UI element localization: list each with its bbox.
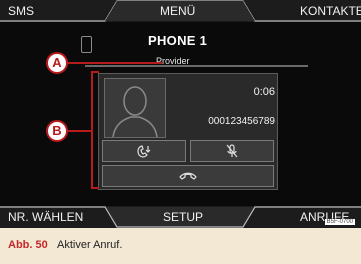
caller-number: 000123456789	[208, 116, 275, 127]
hang-up-button[interactable]	[102, 165, 274, 187]
callout-b-line	[67, 130, 92, 132]
tab-dial-number[interactable]: NR. WÄHLEN	[8, 206, 83, 228]
top-tab-bar: SMS MENÜ KONTAKTE	[0, 0, 361, 22]
handset-button[interactable]	[102, 140, 186, 162]
callout-b-bracket	[91, 71, 99, 189]
handset-icon	[137, 145, 151, 158]
infotainment-screen: SMS MENÜ KONTAKTE PHONE 1 Provider A 0:0…	[0, 0, 361, 228]
phone-icon	[81, 36, 92, 53]
microphone-mute-icon	[226, 144, 238, 158]
hang-up-icon	[179, 172, 197, 180]
phone-title: PHONE 1	[148, 33, 208, 48]
call-duration: 0:06	[253, 86, 275, 98]
contact-silhouette-icon	[112, 86, 158, 138]
tab-menu[interactable]: MENÜ	[160, 0, 195, 22]
callout-b: B	[46, 120, 68, 142]
figure-code: B5F-0700	[324, 219, 355, 225]
bottom-tab-bar: NR. WÄHLEN SETUP ANRUFE	[0, 206, 361, 228]
figure-caption-text: Aktiver Anruf.	[57, 239, 123, 251]
figure-caption: Abb. 50 Aktiver Anruf.	[0, 228, 361, 264]
tab-contacts[interactable]: KONTAKTE	[300, 0, 361, 22]
tab-setup[interactable]: SETUP	[163, 206, 203, 228]
header-divider	[85, 65, 308, 67]
figure-label: Abb. 50	[8, 239, 48, 251]
tab-sms[interactable]: SMS	[8, 0, 34, 22]
callout-a: A	[46, 52, 68, 74]
mute-button[interactable]	[190, 140, 274, 162]
contact-avatar	[104, 78, 166, 138]
callout-a-line	[67, 62, 162, 64]
